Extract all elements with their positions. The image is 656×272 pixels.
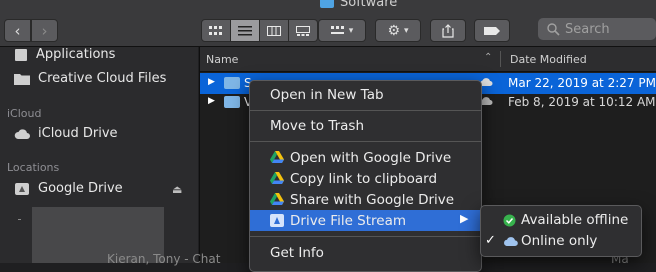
search-placeholder: Search	[565, 21, 610, 37]
folder-icon	[14, 74, 30, 85]
tag-icon	[484, 26, 500, 35]
grid-icon	[209, 25, 222, 35]
sidebar-marker	[18, 219, 21, 220]
window-title: Software	[320, 0, 397, 10]
window-title-text: Software	[340, 0, 398, 10]
column-header-date[interactable]: Date Modified	[510, 53, 587, 66]
disclosure-triangle-icon[interactable]: ▶	[208, 96, 215, 106]
tag-button[interactable]	[474, 19, 510, 42]
drive-disk-icon	[15, 182, 29, 195]
menu-item-get-info[interactable]: Get Info	[250, 242, 481, 263]
drive-file-stream-submenu: Available offline ✓ Online only	[480, 205, 642, 257]
chevron-down-icon: ▾	[348, 25, 354, 36]
sidebar: Applications Creative Cloud Files iCloud…	[0, 47, 198, 263]
group-grid-icon	[330, 25, 344, 34]
list-view-button[interactable]	[231, 19, 260, 42]
file-date: Mar 22, 2019 at 2:27 PM	[508, 76, 656, 90]
applications-folder-icon	[15, 48, 27, 61]
sidebar-item-applications[interactable]: Applications	[14, 47, 115, 62]
navigation-buttons: ‹ ›	[4, 19, 58, 42]
context-menu: Open in New Tab Move to Trash Open with …	[249, 80, 482, 272]
menu-item-label: Open with Google Drive	[290, 149, 452, 166]
gallery-icon	[296, 25, 310, 36]
back-button[interactable]: ‹	[4, 19, 31, 42]
menu-divider	[250, 141, 481, 142]
submenu-item-online-only[interactable]: ✓ Online only	[481, 231, 641, 252]
cloud-icon	[504, 237, 518, 246]
checkmark-icon: ✓	[485, 233, 496, 248]
sidebar-item-label: Google Drive	[38, 181, 123, 196]
search-icon	[547, 22, 560, 36]
sidebar-item-label: Creative Cloud Files	[38, 71, 167, 86]
menu-item-open-with-google-drive[interactable]: Open with Google Drive	[250, 147, 481, 168]
menu-item-label: Get Info	[270, 244, 324, 261]
drive-file-stream-icon	[270, 214, 284, 227]
sidebar-item-google-drive[interactable]: Google Drive	[14, 181, 123, 196]
sidebar-item-label: iCloud Drive	[38, 126, 118, 141]
menu-item-open-in-new-tab[interactable]: Open in New Tab	[250, 84, 481, 105]
cloud-icon	[14, 128, 30, 139]
submenu-arrow-icon: ▶	[460, 212, 469, 225]
folder-icon	[224, 96, 240, 108]
gallery-view-button[interactable]	[289, 19, 318, 42]
column-header: Name ⌃ Date Modified	[200, 47, 656, 72]
disclosure-triangle-icon[interactable]: ▶	[208, 77, 215, 87]
action-button[interactable]: ⚙ ▾	[375, 19, 421, 42]
sidebar-item-creative-cloud-files[interactable]: Creative Cloud Files	[14, 71, 166, 86]
menu-item-label: Move to Trash	[270, 117, 365, 134]
menu-divider	[250, 110, 481, 111]
file-date: Feb 8, 2019 at 10:12 AM	[508, 95, 656, 109]
icon-view-button[interactable]	[201, 19, 231, 42]
folder-icon	[224, 77, 240, 89]
column-divider[interactable]	[500, 51, 501, 67]
finder-toolbar: Software ‹ › ▾ ⚙ ▾ Search	[0, 0, 656, 47]
search-field[interactable]: Search	[538, 18, 656, 40]
list-icon	[238, 25, 252, 35]
menu-item-drive-file-stream[interactable]: Drive File Stream ▶	[250, 210, 481, 231]
google-drive-icon	[270, 193, 284, 205]
submenu-item-label: Available offline	[521, 212, 629, 228]
chevron-down-icon: ▾	[404, 25, 409, 36]
sidebar-section-locations: Locations	[7, 161, 60, 174]
sidebar-section-icloud: iCloud	[7, 107, 42, 120]
partial-row-text: Kieran, Tony - Chat	[107, 252, 221, 266]
gear-icon: ⚙	[387, 22, 401, 39]
available-offline-icon	[503, 214, 516, 227]
menu-item-label: Drive File Stream	[290, 212, 407, 229]
folder-icon	[320, 0, 334, 8]
share-icon	[442, 23, 454, 38]
menu-item-label: Share with Google Drive	[290, 191, 455, 208]
eject-icon[interactable]: ⏏	[172, 183, 182, 196]
sidebar-item-icloud-drive[interactable]: iCloud Drive	[14, 126, 118, 141]
menu-item-move-to-trash[interactable]: Move to Trash	[250, 115, 481, 136]
columns-icon	[267, 25, 281, 36]
submenu-item-available-offline[interactable]: Available offline	[481, 210, 641, 231]
menu-item-copy-link[interactable]: Copy link to clipboard	[250, 168, 481, 189]
share-button[interactable]	[430, 19, 466, 42]
menu-item-label: Open in New Tab	[270, 86, 384, 103]
menu-item-share-with-google-drive[interactable]: Share with Google Drive	[250, 189, 481, 210]
column-view-button[interactable]	[260, 19, 289, 42]
menu-divider	[250, 236, 481, 237]
google-drive-icon	[270, 151, 284, 163]
view-mode-control	[201, 19, 318, 42]
google-drive-icon	[270, 172, 284, 184]
menu-item-label: Copy link to clipboard	[290, 170, 438, 187]
forward-button[interactable]: ›	[31, 19, 58, 42]
column-header-name[interactable]: Name	[206, 53, 238, 66]
sidebar-item-label: Applications	[36, 47, 116, 62]
group-by-button[interactable]: ▾	[318, 19, 366, 42]
sort-chevron-icon: ⌃	[484, 52, 493, 63]
submenu-item-label: Online only	[521, 233, 598, 249]
